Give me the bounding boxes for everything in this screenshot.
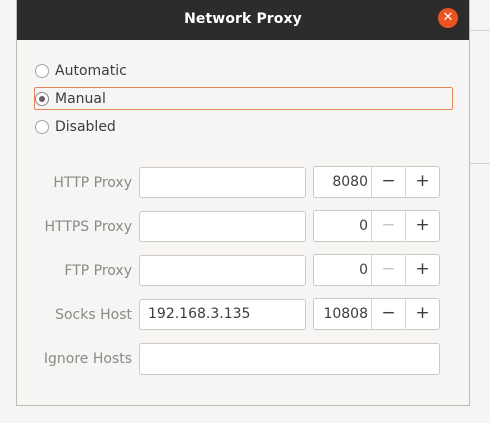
https-proxy-host-input[interactable] [139,211,306,242]
radio-manual[interactable]: Manual [35,87,106,111]
socks-port-spinbutton[interactable]: 10808 − + [313,298,440,330]
radio-button-icon[interactable] [35,120,49,134]
https-proxy-port-spinbutton[interactable]: 0 − + [313,210,440,242]
https-proxy-label: HTTPS Proxy [44,219,132,235]
radio-automatic[interactable]: Automatic [35,59,127,83]
ftp-proxy-port-value[interactable]: 0 [314,255,368,285]
ftp-proxy-label: FTP Proxy [64,263,132,279]
increment-icon[interactable]: + [405,167,439,197]
http-proxy-port-value[interactable]: 8080 [314,167,368,197]
socks-host-label: Socks Host [55,307,132,323]
https-proxy-port-value[interactable]: 0 [314,211,368,241]
background-divider [470,163,490,164]
dialog-title: Network Proxy [184,11,302,27]
socks-host-input[interactable]: 192.168.3.135 [139,299,306,330]
decrement-icon[interactable]: − [371,167,405,197]
ignore-hosts-input[interactable] [139,343,440,375]
close-icon[interactable]: ✕ [438,8,458,28]
radio-button-icon[interactable] [35,64,49,78]
network-proxy-dialog: Network Proxy ✕ Automatic Manual Disable… [16,0,470,406]
ftp-proxy-port-spinbutton[interactable]: 0 − + [313,254,440,286]
http-proxy-port-spinbutton[interactable]: 8080 − + [313,166,440,198]
background-divider [470,30,490,31]
decrement-icon[interactable]: − [371,299,405,329]
increment-icon[interactable]: + [405,211,439,241]
radio-label-automatic: Automatic [55,63,127,79]
radio-label-disabled: Disabled [55,119,116,135]
http-proxy-host-input[interactable] [139,167,306,198]
title-bar[interactable]: Network Proxy ✕ [17,0,469,40]
socks-port-value[interactable]: 10808 [314,299,368,329]
increment-icon[interactable]: + [405,255,439,285]
ignore-hosts-label: Ignore Hosts [43,351,132,367]
decrement-icon[interactable]: − [371,255,405,285]
radio-label-manual: Manual [55,91,106,107]
increment-icon[interactable]: + [405,299,439,329]
radio-disabled[interactable]: Disabled [35,115,116,139]
http-proxy-label: HTTP Proxy [53,175,132,191]
ftp-proxy-host-input[interactable] [139,255,306,286]
radio-button-checked-icon[interactable] [35,92,49,106]
decrement-icon[interactable]: − [371,211,405,241]
